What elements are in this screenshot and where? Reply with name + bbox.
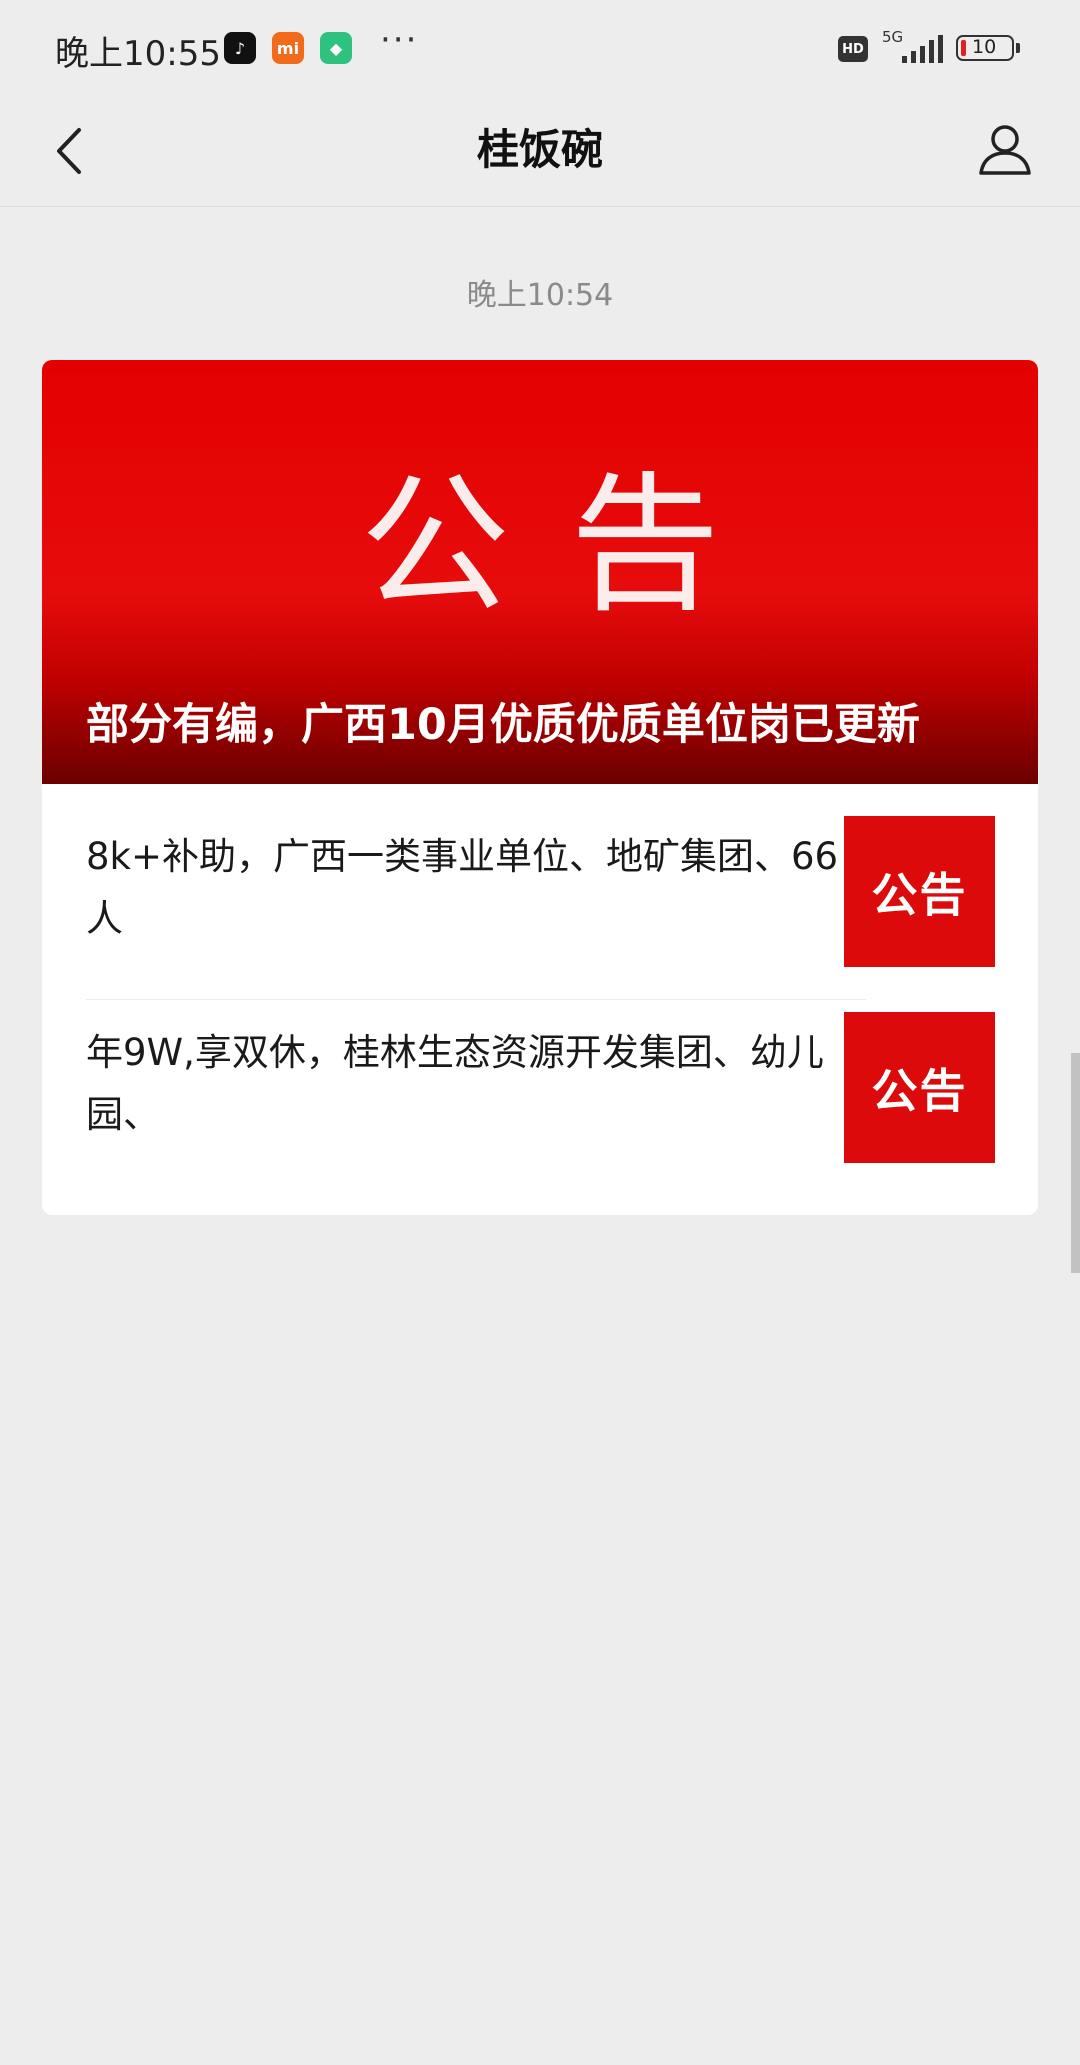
article-list-item[interactable]: 8k+补助，广西一类事业单位、地矿集团、66人 公告 [42, 784, 1038, 980]
thumbnail-label: 公告 [871, 867, 968, 922]
mi-icon-glyph: mi [276, 38, 300, 58]
mi-icon: mi [272, 32, 304, 64]
status-bar: 晚上10:55 ♪ mi ◆ ··· HD 5G 10 [0, 0, 1080, 96]
tiktok-icon: ♪ [224, 32, 256, 64]
profile-button[interactable] [970, 114, 1040, 184]
article-item-thumbnail: 公告 [844, 1012, 995, 1163]
article-item-title: 8k+补助，广西一类事业单位、地矿集团、66人 [86, 835, 839, 940]
person-icon [979, 125, 1031, 175]
battery-tip [1016, 43, 1020, 53]
shield-app-icon-glyph: ◆ [329, 38, 343, 58]
tiktok-icon-glyph: ♪ [234, 38, 246, 58]
battery-level [961, 40, 966, 56]
article-cover[interactable]: 公告 部分有编，广西10月优质优质单位岗已更新 [42, 360, 1038, 784]
battery-percent: 10 [972, 36, 997, 58]
thumbnail-label: 公告 [871, 1063, 968, 1118]
cover-title: 公告 [359, 459, 780, 633]
message-timestamp: 晚上10:54 [466, 278, 614, 313]
shield-app-icon: ◆ [320, 32, 352, 64]
nav-bar: 桂饭碗 [0, 96, 1080, 207]
cover-caption: 部分有编，广西10月优质优质单位岗已更新 [86, 700, 920, 750]
scrollbar[interactable] [1071, 1053, 1080, 1273]
page-title: 桂饭碗 [476, 125, 603, 174]
article-item-thumbnail: 公告 [844, 816, 995, 967]
battery-icon: 10 [956, 35, 1014, 61]
signal-icon [902, 35, 943, 63]
article-card: 公告 部分有编，广西10月优质优质单位岗已更新 8k+补助，广西一类事业单位、地… [42, 360, 1038, 1215]
more-notifications-icon: ··· [380, 20, 419, 60]
status-time: 晚上10:55 [55, 34, 221, 74]
hd-badge: HD [838, 36, 868, 62]
article-item-title: 年9W,享双休，桂林生态资源开发集团、幼儿园、 [86, 1031, 824, 1136]
article-list-item[interactable]: 年9W,享双休，桂林生态资源开发集团、幼儿园、 公告 [42, 980, 1038, 1176]
